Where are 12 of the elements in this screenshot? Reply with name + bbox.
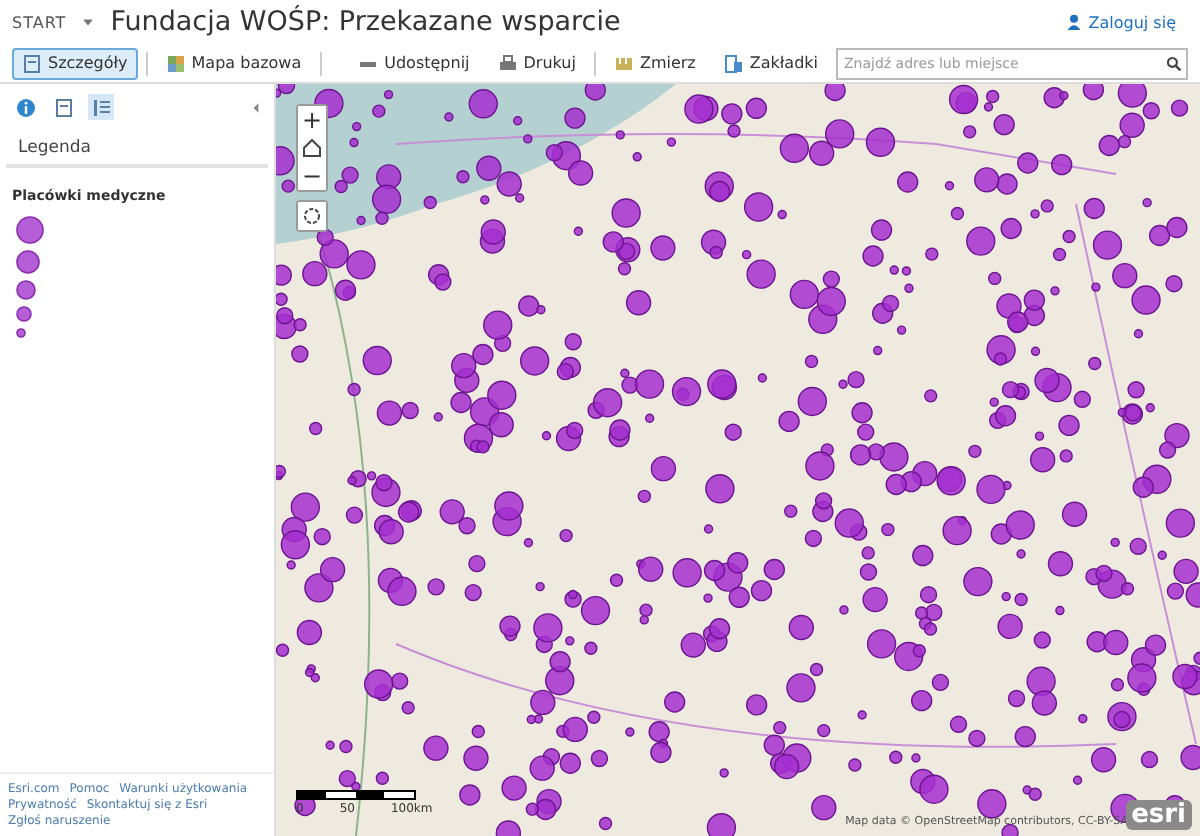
share-button[interactable]: Udostępnij <box>348 47 480 79</box>
basemap-button[interactable]: Mapa bazowa <box>155 47 312 79</box>
esri-logo: esri <box>1125 800 1192 830</box>
details-button[interactable]: Szczegóły <box>12 47 138 79</box>
zoom-in-button[interactable]: + <box>298 106 326 134</box>
app-title: Fundacja WOŚP: Przekazane wsparcie <box>110 6 623 38</box>
measure-button[interactable]: Zmierz <box>603 47 706 79</box>
print-button[interactable]: Drukuj <box>487 47 586 79</box>
bookmarks-button[interactable]: Zakładki <box>713 47 828 79</box>
sign-in-link[interactable]: Zaloguj się <box>1066 13 1188 31</box>
start-menu[interactable]: START <box>12 13 67 31</box>
legend-heading: Legenda <box>6 130 268 168</box>
